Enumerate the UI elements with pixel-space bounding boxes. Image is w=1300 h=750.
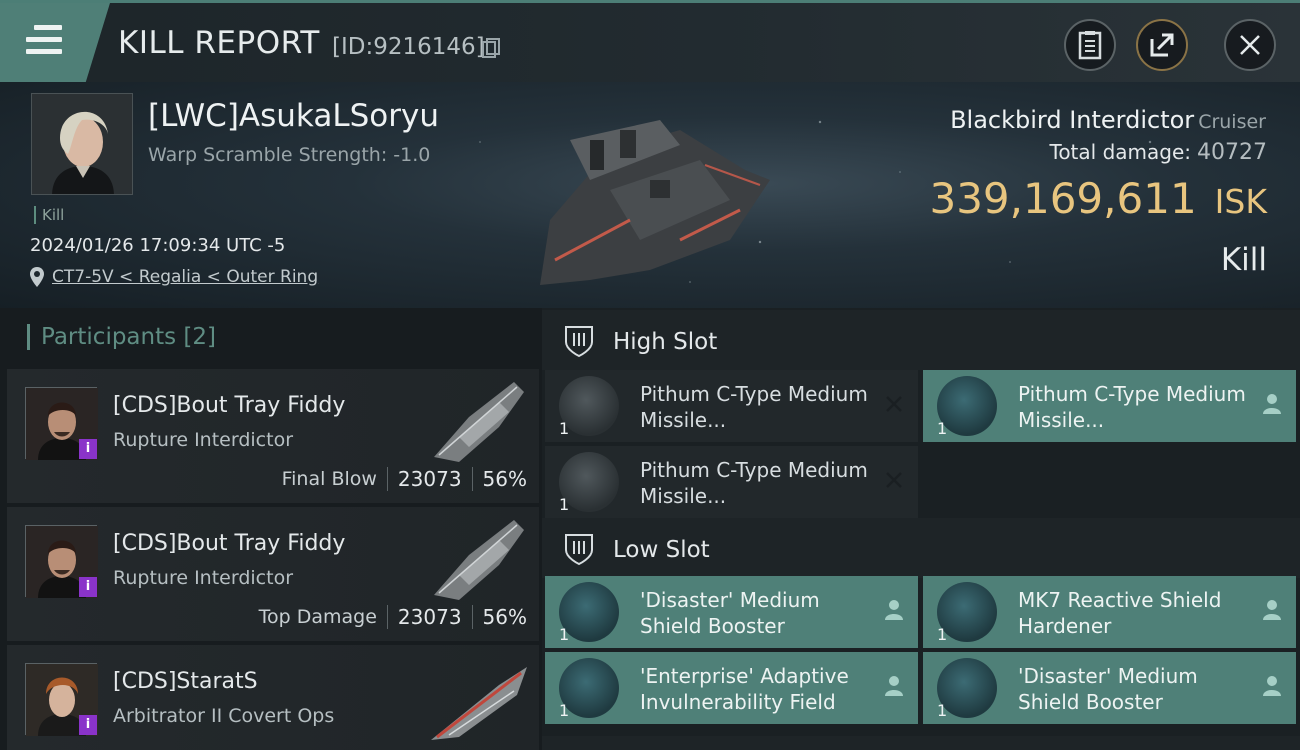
location-link[interactable]: CT7-5V < Regalia < Outer Ring — [52, 267, 318, 287]
ship-name: Blackbird Interdictor — [950, 106, 1195, 134]
victim-header: [LWC]AsukaLSoryu Warp Scramble Strength:… — [0, 82, 1300, 308]
low-slot-icon — [565, 534, 593, 566]
participant-ship-image — [434, 520, 524, 600]
participant-avatar[interactable]: i — [25, 387, 98, 460]
participant-name[interactable]: [CDS]Bout Tray Fiddy — [113, 393, 345, 418]
participant-role: Final Blow — [281, 468, 377, 490]
module-quantity: 1 — [937, 625, 948, 644]
participant-ship-image — [431, 667, 527, 740]
module-item[interactable]: 1 MK7 Reactive Shield Hardener — [923, 576, 1296, 648]
participant-card[interactable]: i [CDS]Bout Tray Fiddy Rupture Interdict… — [7, 369, 539, 503]
module-item[interactable]: 1 'Disaster' Medium Shield Booster — [545, 576, 918, 648]
participants-header: Participants [2] — [27, 324, 216, 350]
module-quantity: 1 — [559, 419, 570, 438]
participant-percent: 56% — [482, 605, 527, 629]
module-name: 'Disaster' Medium Shield Booster — [1018, 664, 1198, 714]
fitting-panel: High Slot 1 Pithum C-Type Medium Missile… — [542, 308, 1300, 750]
participant-role: Top Damage — [258, 606, 377, 628]
participant-name[interactable]: [CDS]StaratS — [113, 669, 258, 694]
module-item[interactable]: 1 Pithum C-Type Medium Missile... — [545, 370, 918, 442]
clipboard-button[interactable] — [1064, 19, 1116, 71]
share-button[interactable] — [1136, 19, 1188, 71]
low-slot-label: Low Slot — [613, 537, 710, 563]
copy-icon[interactable] — [482, 38, 500, 59]
module-quantity: 1 — [559, 495, 570, 514]
participant-avatar[interactable]: i — [25, 525, 98, 598]
menu-icon — [26, 25, 62, 57]
kill-location[interactable]: CT7-5V < Regalia < Outer Ring — [30, 267, 318, 287]
info-badge[interactable]: i — [79, 577, 97, 597]
info-badge[interactable]: i — [79, 439, 97, 459]
total-damage-value: 40727 — [1197, 140, 1267, 165]
person-icon — [1263, 394, 1281, 414]
destroyed-x-icon — [886, 472, 902, 488]
close-icon — [1240, 35, 1260, 55]
participant-stats: Final Blow 23073 56% — [282, 467, 527, 491]
menu-button[interactable] — [0, 3, 110, 82]
low-slot-header: Low Slot — [542, 518, 1300, 578]
participant-damage: 23073 — [397, 605, 462, 629]
module-name: 'Enterprise' Adaptive Invulnerability Fi… — [640, 664, 849, 714]
participant-ship: Arbitrator II Covert Ops — [113, 705, 335, 727]
module-name: Pithum C-Type Medium Missile... — [640, 382, 868, 432]
module-item[interactable]: 1 Pithum C-Type Medium Missile... — [545, 446, 918, 518]
participant-ship: Rupture Interdictor — [113, 429, 293, 451]
victim-avatar-icon — [32, 94, 132, 194]
module-item[interactable]: 1 Pithum C-Type Medium Missile... — [923, 370, 1296, 442]
kill-result: Kill — [1220, 242, 1267, 278]
kill-tag: Kill — [34, 206, 64, 224]
location-pin-icon — [30, 267, 44, 287]
clipboard-icon — [1078, 31, 1102, 60]
total-damage: Total damage: 40727 — [1050, 140, 1268, 165]
victim-name[interactable]: [LWC]AsukaLSoryu — [148, 98, 439, 134]
module-item[interactable]: 1 'Disaster' Medium Shield Booster — [923, 652, 1296, 724]
participants-panel: Participants [2] i [CDS]Bout Tray Fiddy … — [0, 308, 542, 750]
victim-ship[interactable]: Blackbird Interdictor Cruiser — [950, 106, 1266, 134]
participant-name[interactable]: [CDS]Bout Tray Fiddy — [113, 531, 345, 556]
participants-count: [2] — [183, 324, 217, 350]
participant-card[interactable]: i [CDS]Bout Tray Fiddy Rupture Interdict… — [7, 507, 539, 641]
module-name: Pithum C-Type Medium Missile... — [1018, 382, 1246, 432]
person-icon — [1263, 676, 1281, 696]
high-slot-header: High Slot — [542, 310, 1300, 370]
info-badge[interactable]: i — [79, 715, 97, 735]
victim-portrait[interactable] — [31, 93, 133, 195]
kill-datetime: 2024/01/26 17:09:34 UTC -5 — [30, 235, 286, 256]
participant-card[interactable]: i [CDS]StaratS Arbitrator II Covert Ops — [7, 645, 539, 750]
ship-class: Cruiser — [1198, 111, 1266, 133]
person-icon — [885, 600, 903, 620]
participant-ship: Rupture Interdictor — [113, 567, 293, 589]
isk-unit: ISK — [1214, 182, 1267, 221]
module-name: Pithum C-Type Medium Missile... — [640, 458, 868, 508]
report-id: [ID:9216146] — [332, 34, 485, 60]
participant-ship-image — [434, 382, 524, 462]
high-slot-label: High Slot — [613, 329, 718, 355]
module-name: 'Disaster' Medium Shield Booster — [640, 588, 820, 638]
destroyed-x-icon — [886, 396, 902, 412]
share-icon — [1150, 33, 1174, 57]
person-icon — [1263, 600, 1281, 620]
isk-amount: 339,169,611 — [929, 174, 1197, 223]
module-item[interactable]: 1 'Enterprise' Adaptive Invulnerability … — [545, 652, 918, 724]
module-quantity: 1 — [559, 625, 570, 644]
participant-stats: Top Damage 23073 56% — [259, 605, 527, 629]
isk-value: 339,169,611 ISK — [929, 174, 1267, 223]
top-bar: KILL REPORT [ID:9216146] — [0, 0, 1300, 82]
module-name: MK7 Reactive Shield Hardener — [1018, 588, 1222, 638]
module-quantity: 1 — [559, 701, 570, 720]
module-quantity: 1 — [937, 419, 948, 438]
warp-scramble-strength: Warp Scramble Strength: -1.0 — [148, 144, 431, 166]
person-icon — [885, 676, 903, 696]
high-slot-icon — [565, 326, 593, 358]
participant-avatar[interactable]: i — [25, 663, 98, 736]
victim-ship-image — [540, 120, 770, 285]
next-slot-header-partial — [542, 736, 1300, 750]
total-damage-label: Total damage: — [1049, 140, 1192, 164]
page-title: KILL REPORT — [118, 25, 320, 61]
participants-label: Participants — [41, 324, 177, 350]
module-quantity: 1 — [937, 701, 948, 720]
participant-percent: 56% — [482, 467, 527, 491]
close-button[interactable] — [1224, 19, 1276, 71]
participant-damage: 23073 — [397, 467, 462, 491]
